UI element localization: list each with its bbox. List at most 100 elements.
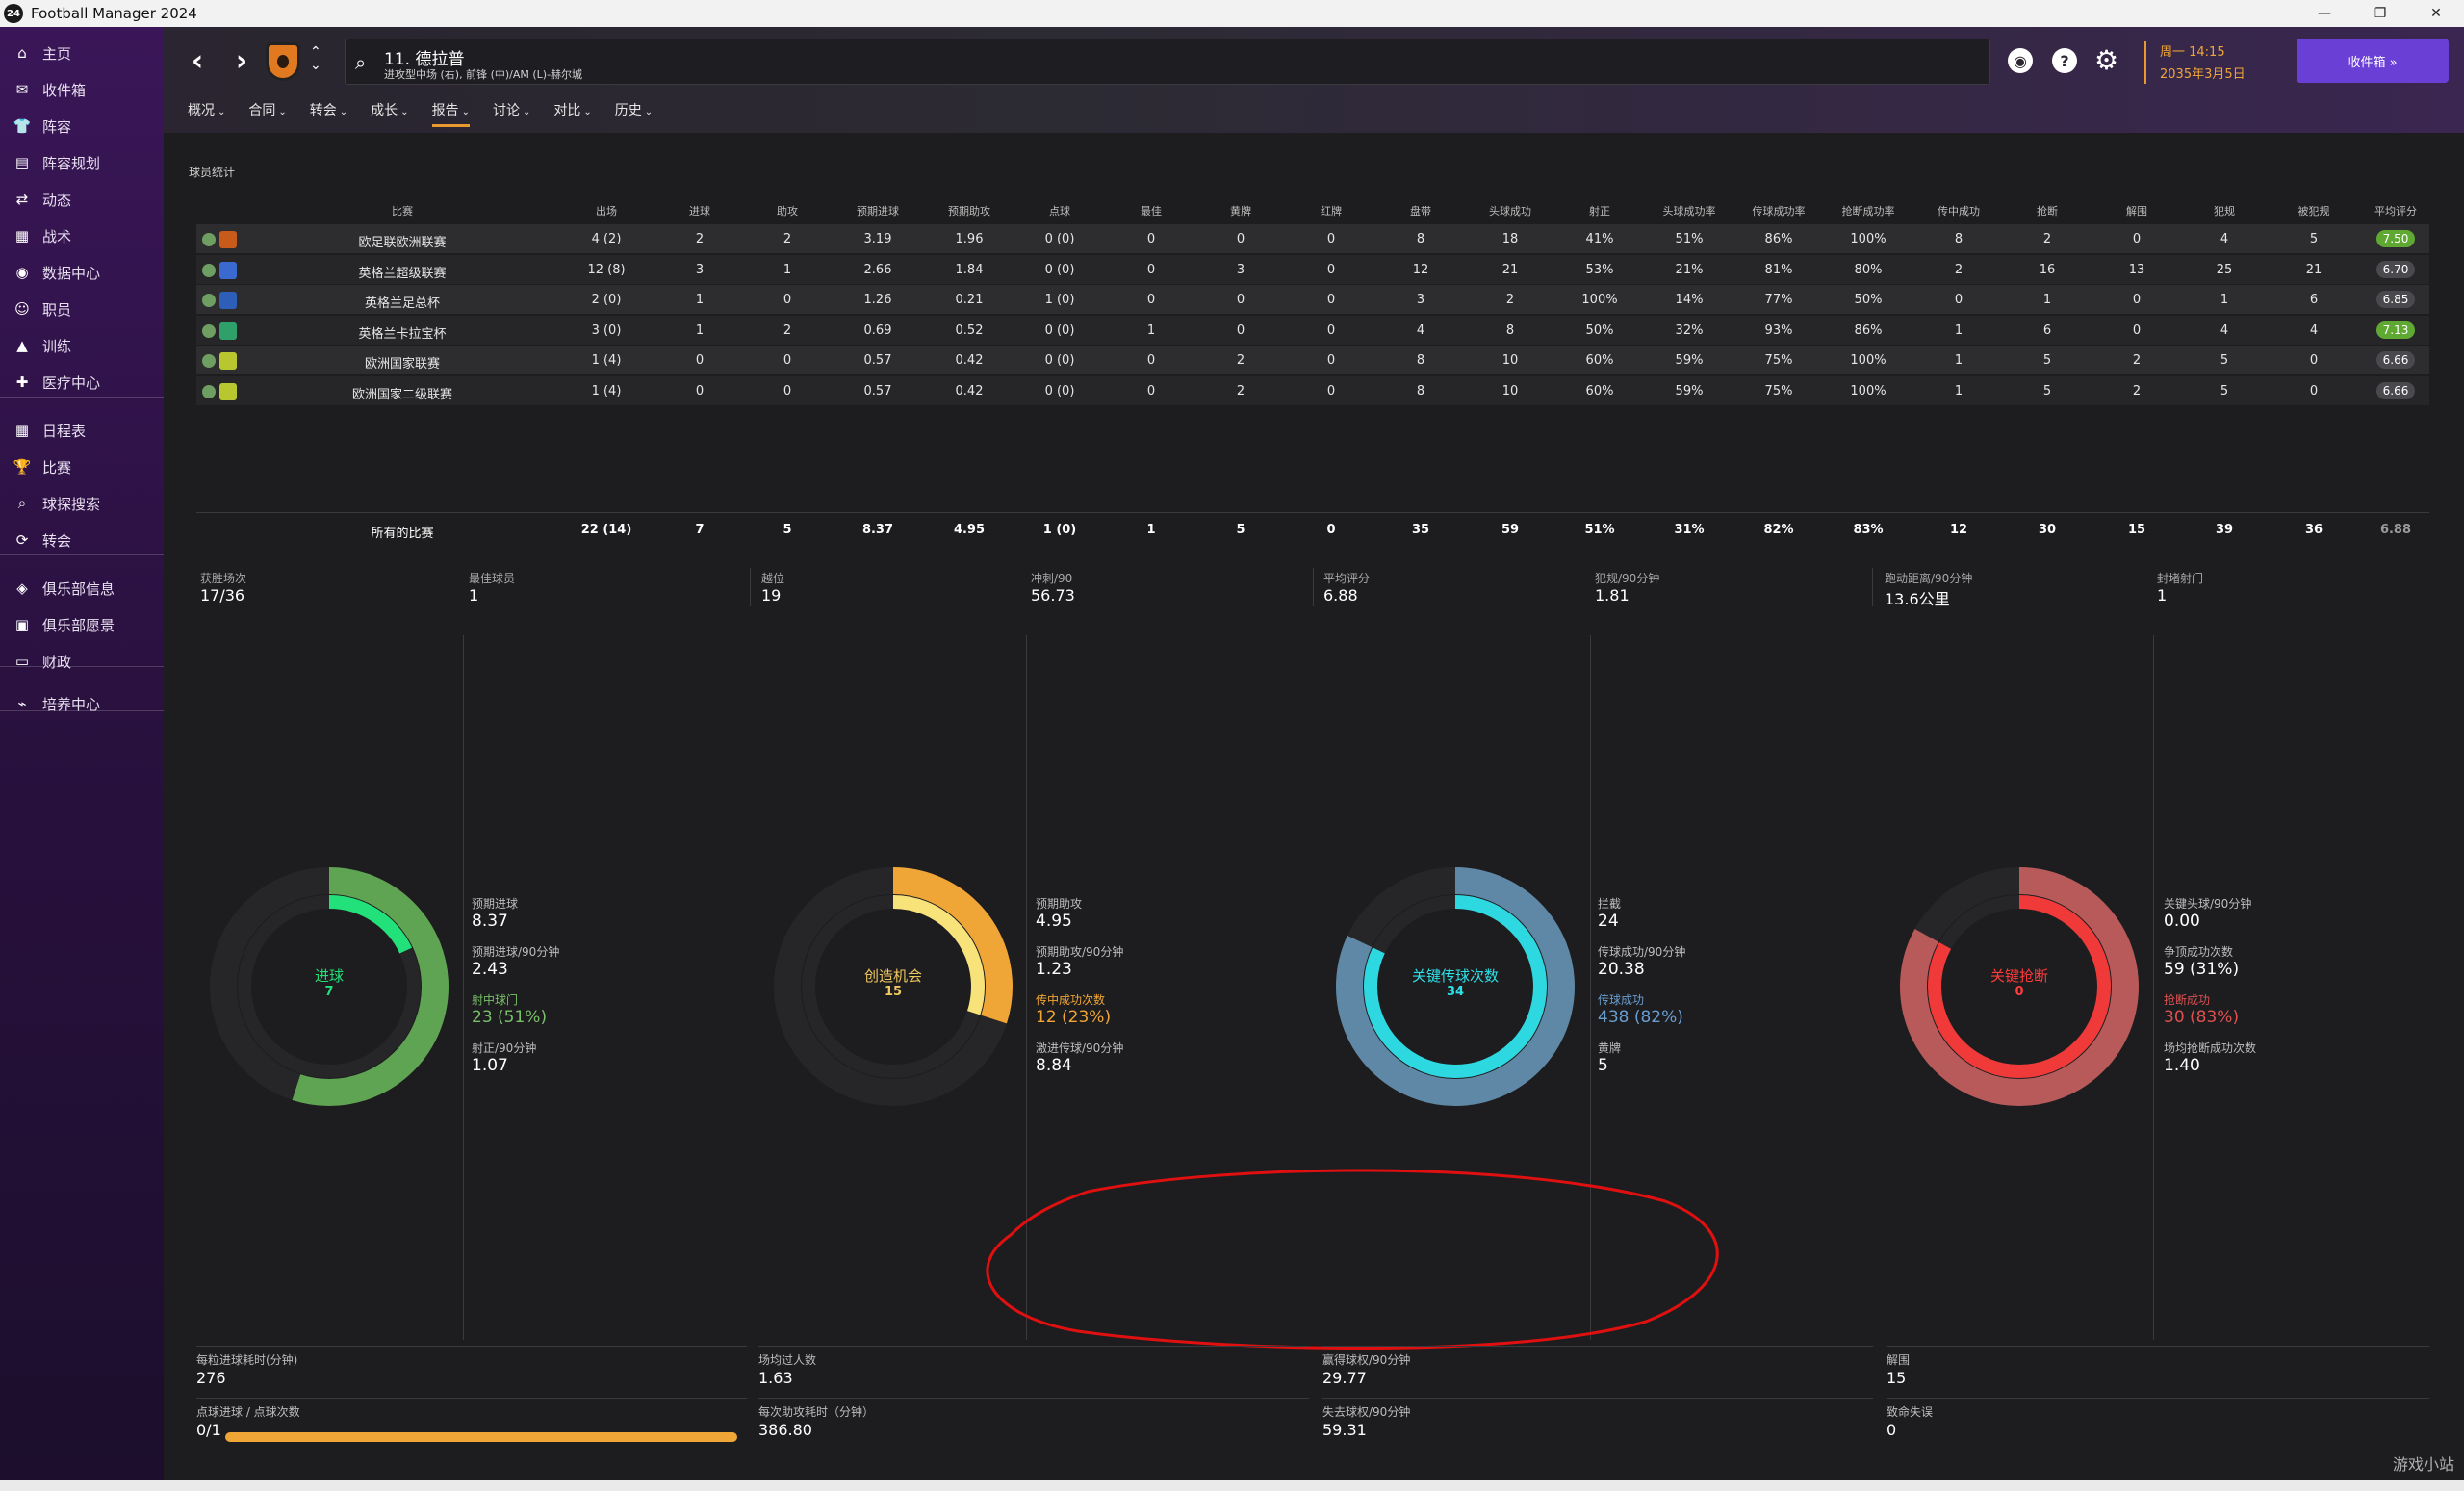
player-switch-icon[interactable]: ⌃ ⌄ — [310, 45, 321, 72]
summary-label: 冲刺/90 — [1031, 572, 1073, 585]
tab-5[interactable]: 讨论 ⌄ — [493, 100, 530, 127]
sidebar-item-3[interactable]: ▤ 阵容规划 — [0, 148, 164, 177]
player-search-box[interactable]: ⌕ 11. 德拉普 进攻型中场 (右), 前锋 (中)/AM (L)-赫尔城 — [345, 39, 1990, 85]
table-cell: 8 — [1416, 353, 1425, 368]
sidebar-item-1[interactable]: ✉ 收件箱 — [0, 75, 164, 104]
gear-icon[interactable]: ⚙ — [2094, 44, 2118, 76]
column-header[interactable]: 点球 — [1012, 203, 1108, 219]
column-header[interactable]: 传中成功 — [1911, 203, 2007, 219]
table-cell: 50% — [1854, 293, 1883, 307]
totals-cell: 12 — [1949, 523, 1968, 537]
tab-0[interactable]: 概况 ⌄ — [188, 100, 225, 127]
summary-divider — [1872, 568, 1873, 606]
forward-arrow-icon[interactable]: › — [227, 44, 256, 78]
competition-name[interactable]: 欧足联欧洲联赛 — [287, 232, 518, 250]
column-header[interactable]: 盘带 — [1373, 203, 1469, 219]
sidebar-item-5[interactable]: ▦ 战术 — [0, 221, 164, 250]
table-row[interactable]: 英格兰卡拉宝杯 3 (0) 1 2 0.69 0.52 0 (0) 1 0 0 4 8 50% 32% 93… — [196, 316, 2429, 345]
column-header[interactable]: 传球成功率 — [1731, 203, 1827, 219]
sidebar-item-11[interactable]: 🏆 比赛 — [0, 452, 164, 481]
sidebar-item-2[interactable]: 👕 阵容 — [0, 112, 164, 141]
column-header[interactable]: 助攻 — [739, 203, 835, 219]
competition-name[interactable]: 欧洲国家二级联赛 — [287, 384, 518, 402]
table-row[interactable]: 欧洲国家二级联赛 1 (4) 0 0 0.57 0.42 0 (0) 0 2 0 8 10 60% 59%… — [196, 376, 2429, 405]
sidebar-divider — [0, 710, 164, 711]
column-header[interactable]: 黄牌 — [1193, 203, 1289, 219]
help-icon[interactable]: ? — [2052, 48, 2077, 73]
stat-value: 23 (51%) — [472, 1008, 548, 1027]
column-header[interactable]: 预期进球 — [830, 203, 926, 219]
restore-button[interactable]: ❐ — [2352, 0, 2408, 27]
sidebar-item-15[interactable]: ▣ 俱乐部愿景 — [0, 610, 164, 639]
tab-6[interactable]: 对比 ⌄ — [553, 100, 591, 127]
tab-label: 历史 — [614, 103, 642, 118]
column-header[interactable]: 比赛 — [354, 203, 450, 219]
column-header[interactable]: 头球成功率 — [1641, 203, 1737, 219]
sidebar-item-14[interactable]: ◈ 俱乐部信息 — [0, 574, 164, 603]
sidebar-item-0[interactable]: ⌂ 主页 — [0, 39, 164, 67]
sidebar-item-6[interactable]: ◉ 数据中心 — [0, 258, 164, 287]
sidebar-item-label: 转会 — [42, 531, 72, 550]
column-header[interactable]: 抢断成功率 — [1820, 203, 1916, 219]
sidebar-item-16[interactable]: ▭ 财政 — [0, 647, 164, 676]
chevron-down-icon: ⌄ — [583, 107, 592, 117]
competition-name[interactable]: 英格兰足总杯 — [287, 293, 518, 311]
table-cell: 0 (0) — [1044, 323, 1075, 338]
table-row[interactable]: 英格兰超级联赛 12 (8) 3 1 2.66 1.84 0 (0) 0 3 0 12 21 53% 21… — [196, 255, 2429, 284]
check-icon — [202, 233, 216, 246]
tab-3[interactable]: 成长 ⌄ — [371, 100, 408, 127]
stat-value: 4.95 — [1036, 912, 1072, 931]
column-header[interactable]: 预期助攻 — [921, 203, 1017, 219]
tab-1[interactable]: 合同 ⌄ — [248, 100, 286, 127]
club-vision-icon: ▣ — [14, 616, 30, 633]
tab-label: 概况 — [188, 103, 215, 118]
totals-divider — [196, 512, 2429, 513]
column-header[interactable]: 射正 — [1552, 203, 1648, 219]
table-cell: 1 — [2220, 293, 2229, 307]
competition-name[interactable]: 欧洲国家联赛 — [287, 353, 518, 372]
table-cell: 13 — [2128, 263, 2145, 277]
competition-name[interactable]: 英格兰卡拉宝杯 — [287, 323, 518, 342]
tab-7[interactable]: 历史 ⌄ — [615, 100, 653, 127]
column-header[interactable]: 抢断 — [1999, 203, 2095, 219]
table-cell: 0 (0) — [1044, 353, 1075, 368]
table-cell: 86% — [1764, 232, 1793, 246]
sidebar-item-8[interactable]: ▲ 训练 — [0, 331, 164, 360]
totals-cell: 5 — [1236, 523, 1245, 537]
table-cell: 3 — [695, 263, 705, 277]
ball-icon[interactable]: ◉ — [2008, 48, 2033, 73]
table-cell: 2 — [2132, 353, 2142, 368]
sidebar-item-4[interactable]: ⇄ 动态 — [0, 185, 164, 214]
table-cell: 0 — [1326, 353, 1336, 368]
column-header[interactable]: 解围 — [2089, 203, 2185, 219]
tab-2[interactable]: 转会 ⌄ — [310, 100, 347, 127]
sidebar-item-13[interactable]: ⟳ 转会 — [0, 526, 164, 554]
club-crest-icon[interactable] — [266, 42, 300, 81]
sidebar-item-10[interactable]: ▦ 日程表 — [0, 416, 164, 445]
sidebar-item-7[interactable]: ☺ 职员 — [0, 295, 164, 323]
column-header[interactable]: 进球 — [652, 203, 748, 219]
close-button[interactable]: ✕ — [2408, 0, 2464, 27]
sidebar-item-9[interactable]: ✚ 医疗中心 — [0, 368, 164, 397]
tab-4[interactable]: 报告 ⌄ — [431, 100, 471, 127]
column-header[interactable]: 最佳 — [1103, 203, 1199, 219]
bottom-stat-label: 赢得球权/90分钟 — [1322, 1353, 1411, 1367]
table-row[interactable]: 欧洲国家联赛 1 (4) 0 0 0.57 0.42 0 (0) 0 2 0 8 10 60% 59% 75… — [196, 346, 2429, 374]
minimize-button[interactable]: — — [2297, 0, 2352, 27]
table-row[interactable]: 欧足联欧洲联赛 4 (2) 2 2 3.19 1.96 0 (0) 0 0 0 8 18 41% 51% 8… — [196, 224, 2429, 253]
back-arrow-icon[interactable]: ‹ — [183, 44, 212, 78]
column-header[interactable]: 头球成功 — [1462, 203, 1558, 219]
table-cell: 59% — [1675, 353, 1704, 368]
sidebar-item-label: 俱乐部信息 — [42, 579, 116, 598]
column-header[interactable]: 红牌 — [1283, 203, 1379, 219]
competition-name[interactable]: 英格兰超级联赛 — [287, 263, 518, 281]
column-header[interactable]: 平均评分 — [2348, 203, 2444, 219]
continue-button[interactable]: 收件箱 » — [2297, 39, 2449, 83]
column-header[interactable]: 出场 — [558, 203, 654, 219]
medical-icon: ✚ — [15, 373, 29, 391]
sidebar-item-12[interactable]: ⌕ 球探搜索 — [0, 489, 164, 518]
sidebar-item-17[interactable]: ⌁ 培养中心 — [0, 689, 164, 718]
table-cell: 51% — [1675, 232, 1704, 246]
table-row[interactable]: 英格兰足总杯 2 (0) 1 0 1.26 0.21 1 (0) 0 0 0 3 2 100% 14% 77… — [196, 285, 2429, 314]
column-header[interactable]: 犯规 — [2176, 203, 2272, 219]
